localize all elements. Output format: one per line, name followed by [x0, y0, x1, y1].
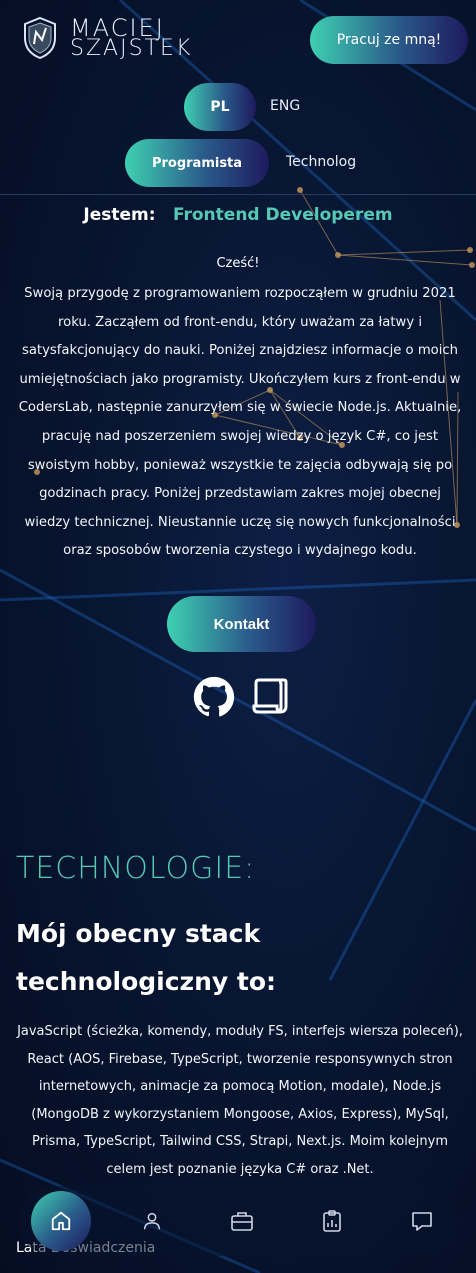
nav-portfolio-button[interactable]: [229, 1208, 255, 1234]
technologies-description: JavaScript (ścieżka, komendy, moduły FS,…: [17, 1024, 463, 1177]
logo-last-name: SZAJSTEK: [70, 36, 193, 61]
user-icon: [143, 1212, 161, 1230]
briefcase-icon: [231, 1212, 253, 1231]
role-value: Frontend Developerem: [172, 205, 393, 225]
message-icon: [412, 1212, 432, 1231]
cv-scroll-icon[interactable]: [250, 676, 290, 716]
role-programista-button[interactable]: Programista: [125, 139, 269, 187]
role-technolog-button[interactable]: Technolog: [286, 154, 356, 170]
clipboard-chart-icon: [323, 1210, 341, 1232]
hire-me-button[interactable]: Pracuj ze mną!: [310, 16, 468, 64]
logo-shield-icon[interactable]: [22, 16, 58, 60]
language-pl-button[interactable]: PL: [184, 83, 256, 131]
greeting: Cześć!: [216, 256, 260, 271]
role-heading: Jestem: Frontend Developerem: [0, 205, 476, 225]
github-icon[interactable]: [193, 676, 235, 718]
role-label: Jestem:: [83, 205, 156, 225]
technologies-title: TECHNOLOGIE:: [16, 851, 256, 886]
nav-about-button[interactable]: [139, 1208, 165, 1234]
nav-experience-button[interactable]: [319, 1208, 345, 1234]
site-header: MACIEJ SZAJSTEK Pracuj ze mną! PL ENG Pr…: [0, 0, 476, 195]
technologies-subtitle: Mój obecny stack technologiczny to:: [16, 919, 276, 996]
nav-contact-button[interactable]: [409, 1208, 435, 1234]
contact-button[interactable]: Kontakt: [167, 596, 316, 652]
nav-home-button[interactable]: [31, 1191, 91, 1251]
intro-text: Swoją przygodę z programowaniem rozpoczą…: [18, 286, 462, 559]
home-icon: [51, 1211, 71, 1231]
language-eng-button[interactable]: ENG: [270, 98, 300, 114]
